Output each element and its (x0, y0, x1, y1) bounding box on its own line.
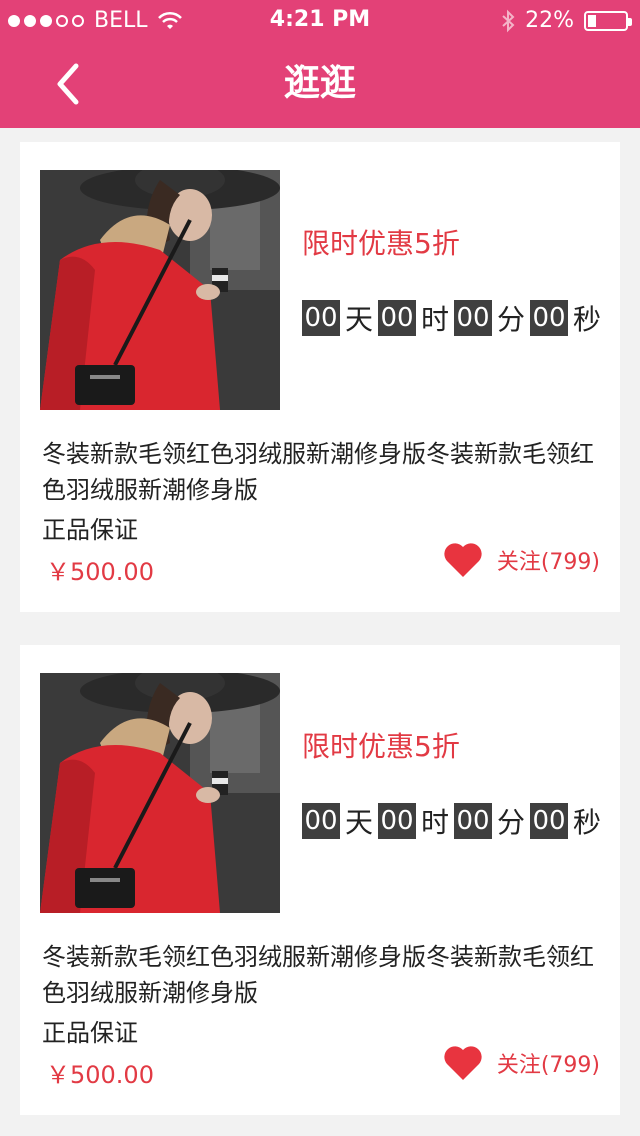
countdown-hours-unit: 时 (420, 303, 449, 336)
page-title: 逛逛 (283, 63, 356, 104)
countdown-minutes-unit: 分 (496, 303, 525, 336)
battery-icon (584, 10, 632, 31)
countdown-minutes-unit: 分 (496, 806, 525, 839)
follow-count: 关注(799) (496, 550, 600, 575)
countdown-days: 00 (302, 300, 340, 336)
back-button[interactable] (48, 58, 88, 110)
product-card[interactable]: 限时优惠5折 00 天 00 时 00 分 00 秒 冬装新款毛领红色羽绒服新潮… (20, 645, 620, 1115)
promo-label: 限时优惠5折 (302, 227, 460, 260)
countdown-seconds-unit: 秒 (572, 806, 601, 839)
product-image[interactable] (40, 170, 280, 410)
product-description[interactable]: 冬装新款毛领红色羽绒服新潮修身版冬装新款毛领红色羽绒服新潮修身版 (42, 939, 602, 1011)
product-card[interactable]: 限时优惠5折 00 天 00 时 00 分 00 秒 冬装新款毛领红色羽绒服新潮… (20, 142, 620, 612)
countdown-minutes: 00 (454, 803, 492, 839)
countdown-hours-unit: 时 (420, 806, 449, 839)
nav-bar: 逛逛 (0, 40, 640, 128)
countdown-timer: 00 天 00 时 00 分 00 秒 (302, 298, 606, 338)
countdown-days: 00 (302, 803, 340, 839)
product-price: ￥500.00 (46, 558, 154, 586)
status-right: 22% (501, 8, 632, 33)
countdown-timer: 00 天 00 时 00 分 00 秒 (302, 801, 606, 841)
guarantee-label: 正品保证 (42, 1019, 138, 1047)
countdown-minutes: 00 (454, 300, 492, 336)
guarantee-label: 正品保证 (42, 516, 138, 544)
countdown-hours: 00 (378, 803, 416, 839)
product-price: ￥500.00 (46, 1061, 154, 1089)
countdown-days-unit: 天 (344, 303, 373, 336)
countdown-seconds: 00 (530, 300, 568, 336)
product-description[interactable]: 冬装新款毛领红色羽绒服新潮修身版冬装新款毛领红色羽绒服新潮修身版 (42, 436, 602, 508)
heart-icon (444, 1046, 482, 1080)
countdown-seconds: 00 (530, 803, 568, 839)
countdown-hours: 00 (378, 300, 416, 336)
countdown-seconds-unit: 秒 (572, 303, 601, 336)
product-image[interactable] (40, 673, 280, 913)
app-header: BELL 4:21 PM 22% 逛逛 (0, 0, 640, 128)
follow-count: 关注(799) (496, 1053, 600, 1078)
chevron-left-icon (57, 63, 79, 105)
follow-button[interactable]: 关注(799) (443, 542, 600, 578)
follow-button[interactable]: 关注(799) (443, 1045, 600, 1081)
status-bar: BELL 4:21 PM 22% (0, 0, 640, 40)
heart-icon (444, 543, 482, 577)
countdown-days-unit: 天 (344, 806, 373, 839)
battery-percent: 22% (525, 8, 574, 33)
bluetooth-icon (502, 9, 515, 32)
promo-label: 限时优惠5折 (302, 730, 460, 763)
